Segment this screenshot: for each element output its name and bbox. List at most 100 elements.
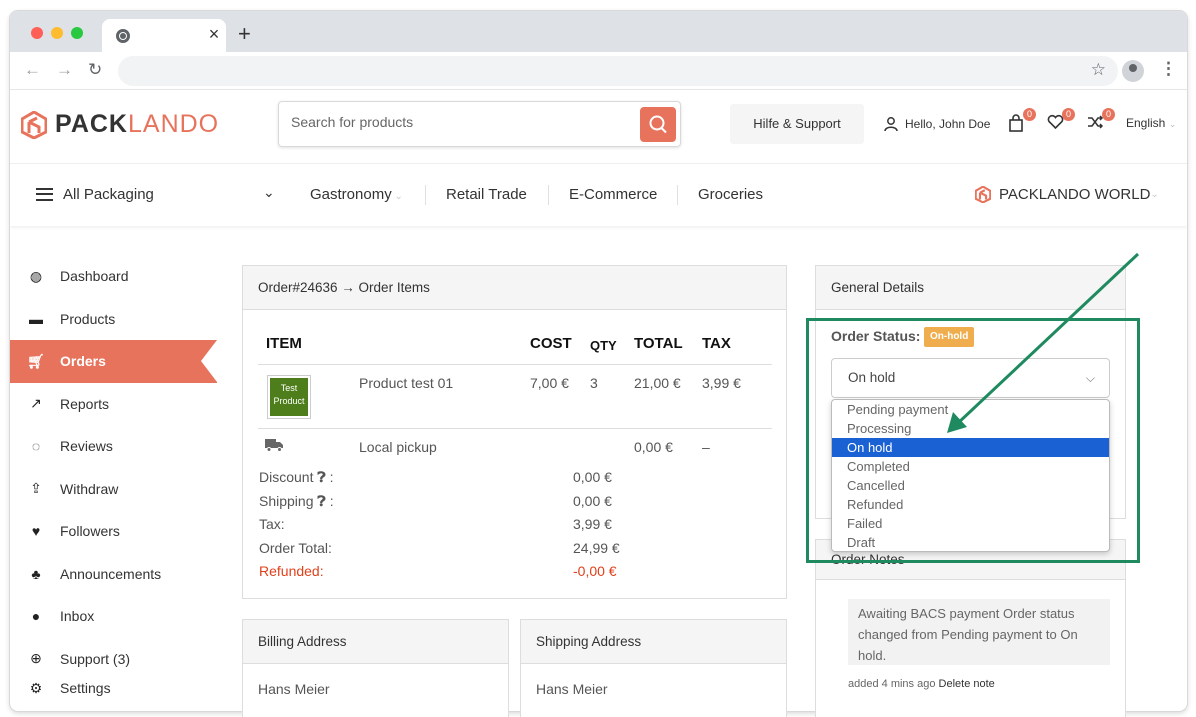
packlando-logo-icon <box>975 186 991 203</box>
close-tab-icon[interactable]: × <box>204 24 224 45</box>
bookmark-star-icon[interactable]: ☆ <box>1091 60 1106 80</box>
category-groceries[interactable]: Groceries <box>698 186 763 203</box>
category-e-commerce[interactable]: E-Commerce <box>569 186 657 203</box>
comments-icon: ◌ <box>31 438 41 455</box>
summary-label-refunded: Refunded: <box>259 563 324 579</box>
product-qty: 3 <box>590 375 598 391</box>
category-label: Gastronomy <box>310 186 392 203</box>
back-icon[interactable]: ← <box>24 60 41 80</box>
category-retail-trade[interactable]: Retail Trade <box>446 186 527 203</box>
chart-icon: ↗ <box>30 395 42 412</box>
category-gastronomy[interactable]: Gastronomy ⌄ <box>310 186 403 203</box>
cart-icon: 🛒︎ <box>27 352 45 369</box>
summary-label-shipping: Shipping ❓︎ : <box>259 493 334 509</box>
shipping-name: Hans Meier <box>536 681 608 697</box>
sidebar-item-label: Orders <box>60 353 106 370</box>
chrome-icon <box>116 29 130 43</box>
product-tax: 3,99 € <box>702 375 741 391</box>
summary-value-discount: 0,00 € <box>573 469 612 485</box>
url-bar[interactable]: ☆ <box>118 56 1118 86</box>
search-button[interactable] <box>640 107 676 142</box>
sidebar-item-label: Inbox <box>60 608 95 625</box>
column-header-qty: QTY <box>590 338 617 353</box>
summary-value-shipping: 0,00 € <box>573 493 612 509</box>
briefcase-icon: ▬ <box>29 310 43 327</box>
product-name-link[interactable]: Product test 01 <box>359 375 453 391</box>
delete-note-link[interactable]: Delete note <box>939 678 995 690</box>
question-circle-icon[interactable]: ❓︎ <box>317 493 325 509</box>
truck-icon <box>265 439 283 452</box>
chevron-down-icon[interactable]: ⌄ <box>263 184 275 201</box>
logo-text-dark: PACK <box>55 110 128 138</box>
language-selector[interactable]: English ⌄ <box>1126 116 1176 130</box>
divider <box>258 428 772 429</box>
close-window-button[interactable] <box>31 27 43 39</box>
profile-icon[interactable] <box>1122 60 1144 82</box>
shipping-method-name: Local pickup <box>359 439 437 455</box>
packlando-world-menu[interactable]: PACKLANDO WORLD ⌄ <box>975 186 1159 203</box>
order-note: Awaiting BACS payment Order status chang… <box>848 599 1110 665</box>
summary-label: Shipping <box>259 493 314 509</box>
compare-button[interactable]: 0 <box>1087 108 1115 134</box>
divider <box>677 185 678 205</box>
all-packaging-menu[interactable]: All Packaging <box>36 186 154 203</box>
sidebar-item-products[interactable]: ▬ Products <box>10 298 217 341</box>
sidebar-item-reviews[interactable]: ◌ Reviews <box>10 425 217 468</box>
column-header-total: TOTAL <box>634 335 683 352</box>
sidebar-item-reports[interactable]: ↗ Reports <box>10 383 217 426</box>
question-circle-icon[interactable]: ❓︎ <box>317 469 325 485</box>
reload-icon[interactable]: ↻ <box>88 60 102 80</box>
product-cost: 7,00 € <box>530 375 569 391</box>
cart-count-badge: 0 <box>1023 108 1036 121</box>
heart-icon: ♥ <box>31 523 41 540</box>
forward-icon[interactable]: → <box>56 60 73 80</box>
bell-icon: ♣ <box>31 565 41 582</box>
summary-label-tax: Tax: <box>259 516 285 532</box>
lifebuoy-icon: ⊕ <box>30 650 42 667</box>
sidebar-item-label: Reports <box>60 395 110 412</box>
world-label: PACKLANDO WORLD <box>999 186 1151 203</box>
new-tab-button[interactable]: + <box>238 21 251 47</box>
cart-button[interactable]: 0 <box>1008 108 1036 134</box>
sidebar-item-withdraw[interactable]: ⇪ Withdraw <box>10 468 217 511</box>
note-time: added 4 mins ago <box>848 678 936 690</box>
product-thumbnail[interactable]: Test Product <box>267 375 311 419</box>
browser-tab[interactable]: × <box>102 19 226 52</box>
dashboard-icon: ◍ <box>29 267 43 284</box>
search-box <box>278 101 681 147</box>
greeting-text: Hello, John Doe <box>905 117 991 131</box>
sidebar-item-followers[interactable]: ♥ Followers <box>10 510 217 553</box>
maximize-window-button[interactable] <box>71 27 83 39</box>
sidebar-item-label: Withdraw <box>60 480 119 497</box>
billing-address-title: Billing Address <box>243 620 508 664</box>
sidebar-item-orders[interactable]: 🛒︎ Orders <box>10 340 217 383</box>
sidebar-item-support[interactable]: ⊕ Support (3) <box>10 638 217 681</box>
product-thumbnail-text: Test Product <box>270 378 308 416</box>
column-header-item: ITEM <box>266 335 302 352</box>
menu-kebab-icon[interactable]: ⋮ <box>1160 59 1177 79</box>
compare-count-badge: 0 <box>1102 108 1115 121</box>
summary-value-order-total: 24,99 € <box>573 540 620 556</box>
summary-label-order-total: Order Total: <box>259 540 332 556</box>
logo[interactable]: PACKLANDO <box>21 110 219 139</box>
wishlist-button[interactable]: 0 <box>1047 108 1075 134</box>
chevron-down-icon: ⌄ <box>1168 119 1177 129</box>
divider <box>548 185 549 205</box>
divider <box>258 364 772 365</box>
gear-icon: ⚙ <box>29 680 43 696</box>
summary-label: Discount <box>259 469 314 485</box>
shipping-address-title: Shipping Address <box>521 620 786 664</box>
sidebar-item-label: Products <box>60 310 116 327</box>
account-link[interactable]: Hello, John Doe <box>883 116 990 132</box>
sidebar-item-inbox[interactable]: ● Inbox <box>10 595 217 638</box>
sidebar-item-dashboard[interactable]: ◍ Dashboard <box>10 255 217 298</box>
product-total: 21,00 € <box>634 375 681 391</box>
logo-text-accent: LANDO <box>127 110 220 138</box>
sidebar-item-announcements[interactable]: ♣ Announcements <box>10 553 217 596</box>
upload-icon: ⇪ <box>30 480 42 497</box>
search-input[interactable] <box>291 114 621 130</box>
all-packaging-label: All Packaging <box>63 186 154 203</box>
minimize-window-button[interactable] <box>51 27 63 39</box>
sidebar-item-settings[interactable]: ⚙ Settings <box>10 680 217 696</box>
support-button[interactable]: Hilfe & Support <box>730 104 864 144</box>
